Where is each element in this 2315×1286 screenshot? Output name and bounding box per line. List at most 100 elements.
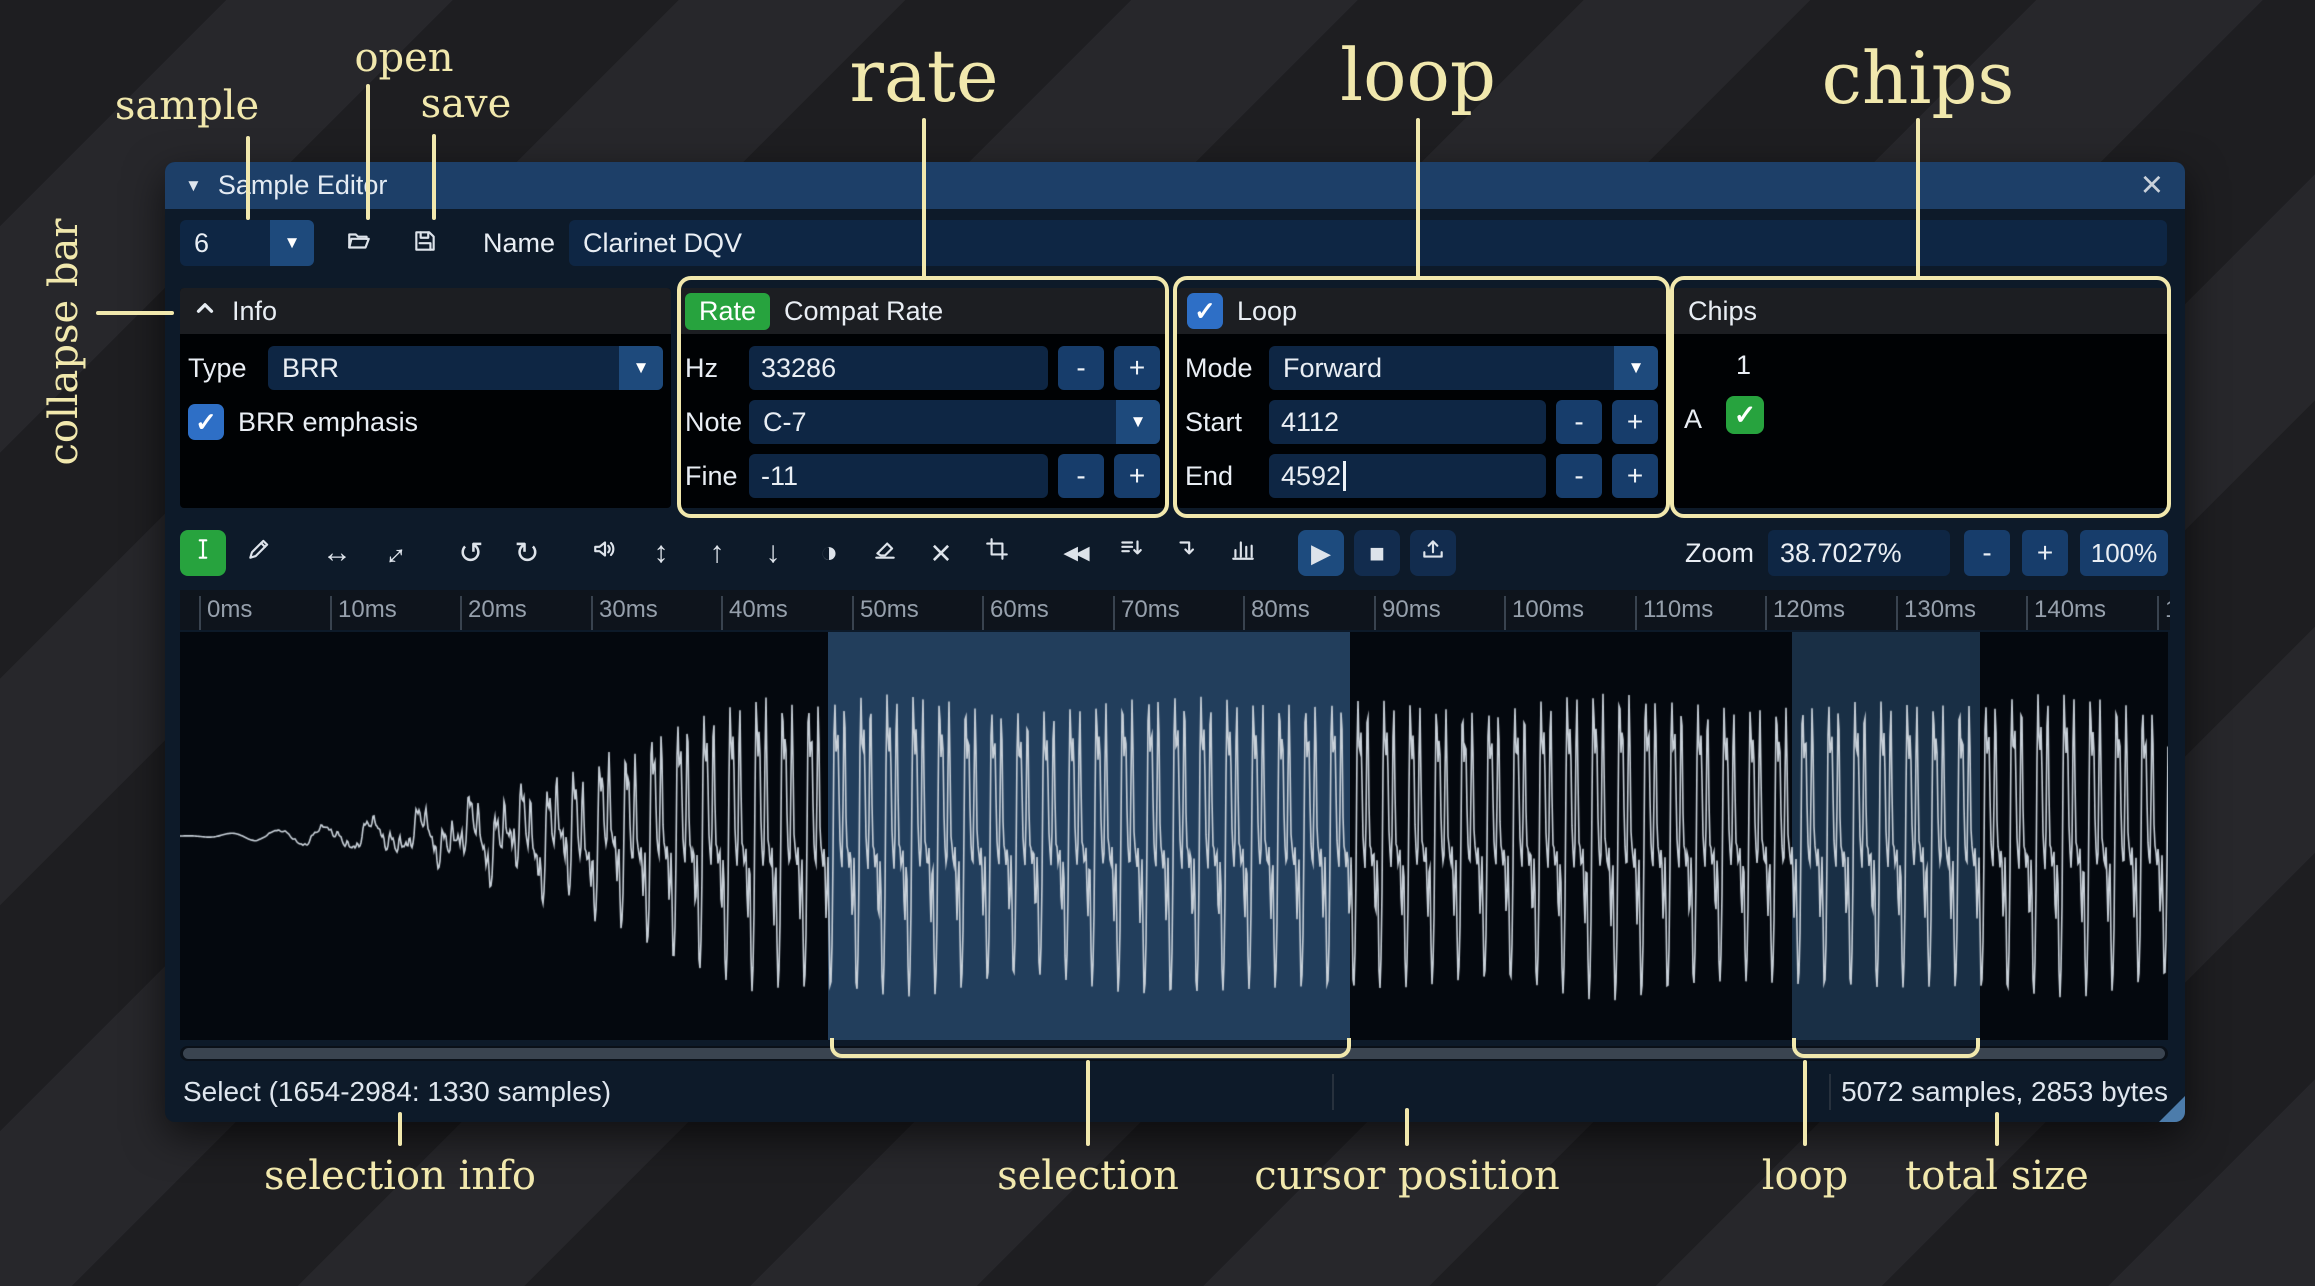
name-input[interactable]: Clarinet DQV — [569, 220, 2167, 266]
play-button[interactable]: ▶ — [1298, 530, 1344, 576]
name-value: Clarinet DQV — [583, 227, 743, 258]
zoom-input[interactable]: 38.7027% — [1768, 530, 1950, 576]
resize-grip[interactable] — [2159, 1096, 2185, 1122]
window-collapse-icon[interactable]: ▼ — [185, 176, 202, 196]
ibeam-cursor-icon — [190, 536, 216, 570]
hz-plus-button[interactable]: + — [1114, 346, 1160, 390]
waveform-area[interactable] — [180, 632, 2168, 1040]
loop-end-minus-button[interactable]: - — [1556, 454, 1602, 498]
stop-button[interactable]: ■ — [1354, 530, 1400, 576]
rate-tab[interactable]: Rate — [685, 292, 771, 330]
x-icon: × — [930, 532, 952, 573]
time-ruler[interactable]: 0ms 10ms 20ms 30ms 40ms 50ms 60ms 70ms 8… — [180, 590, 2170, 630]
zoom-reset-button[interactable]: 100% — [2080, 530, 2168, 576]
trim-button[interactable] — [974, 530, 1020, 576]
type-select-value: BRR — [282, 352, 340, 383]
hz-minus-button[interactable]: - — [1058, 346, 1104, 390]
chips-header: Chips — [1674, 288, 2168, 334]
loop-start-plus-button[interactable]: + — [1612, 400, 1658, 444]
mode-select-value: Forward — [1283, 352, 1383, 383]
open-button[interactable] — [335, 220, 383, 266]
chevron-down-icon: ▼ — [1614, 346, 1658, 390]
import-button[interactable] — [1410, 530, 1456, 576]
type-select[interactable]: BRR ▼ — [268, 346, 663, 390]
sample-select[interactable]: 6 ▼ — [180, 220, 314, 266]
redo-icon: ↻ — [514, 536, 540, 570]
brr-emphasis-checkbox[interactable]: ✓ — [188, 404, 224, 440]
preview-button[interactable] — [582, 530, 628, 576]
vertical-arrows-icon: ↕ — [653, 536, 669, 569]
upload-icon — [1420, 536, 1446, 570]
annotation-save-label: save — [420, 81, 512, 127]
floppy-disk-icon — [412, 228, 438, 259]
fade-in-button[interactable]: ↑ — [694, 530, 740, 576]
status-bar: Select (1654-2984: 1330 samples) 5072 sa… — [165, 1070, 2185, 1122]
collapse-chevron-icon[interactable] — [192, 295, 218, 328]
loop-end-input[interactable]: 4592 — [1269, 454, 1546, 498]
info-title: Info — [232, 295, 278, 326]
stretch-button[interactable]: ↔ — [370, 530, 416, 576]
info-header[interactable]: Info — [180, 288, 671, 334]
loop-title: Loop — [1237, 295, 1298, 326]
invert-button[interactable]: ◑ — [806, 530, 852, 576]
chevron-down-icon: ▼ — [1116, 400, 1160, 444]
horizontal-scrollbar[interactable] — [180, 1046, 2168, 1061]
scrollbar-thumb[interactable] — [183, 1048, 2165, 1059]
chevron-down-icon: ▼ — [270, 220, 314, 266]
fine-value: -11 — [761, 460, 799, 491]
silence-button[interactable] — [862, 530, 908, 576]
loop-panel: ✓ Loop Mode Forward ▼ Start 4112 - + End… — [1177, 288, 1666, 508]
annotation-sample-label: sample — [114, 83, 260, 129]
bar-chart-icon — [1230, 536, 1256, 570]
note-select[interactable]: C-7 ▼ — [749, 400, 1160, 444]
amplify-button[interactable]: ↕ — [638, 530, 684, 576]
ruler-label: 40ms — [721, 596, 788, 630]
draw-button[interactable] — [236, 530, 282, 576]
resize-button[interactable]: ↔ — [314, 530, 360, 576]
chips-row-label: A — [1684, 404, 1703, 434]
hz-input[interactable]: 33286 — [749, 346, 1048, 390]
waveform-canvas[interactable] — [180, 632, 2168, 1040]
mode-select[interactable]: Forward ▼ — [1269, 346, 1658, 390]
rate-panel: Rate Compat Rate Hz 33286 - + Note C-7 ▼ — [677, 288, 1168, 508]
name-label: Name — [483, 227, 556, 258]
apply-button[interactable] — [1164, 530, 1210, 576]
chips-column-header: 1 — [1736, 350, 1752, 380]
fine-input[interactable]: -11 — [749, 454, 1048, 498]
arrow-up-icon: ↑ — [709, 536, 725, 569]
rate-title: Compat Rate — [784, 295, 944, 326]
loop-start-input[interactable]: 4112 — [1269, 400, 1546, 444]
folder-open-icon — [346, 228, 372, 259]
mode-label: Mode — [1185, 352, 1253, 383]
loop-checkbox[interactable]: ✓ — [1187, 293, 1223, 329]
check-icon: ✓ — [195, 406, 217, 437]
fade-out-button[interactable]: ↓ — [750, 530, 796, 576]
fine-label: Fine — [685, 460, 738, 491]
edit-mode-button[interactable] — [180, 530, 226, 576]
spectrum-button[interactable] — [1220, 530, 1266, 576]
titlebar[interactable]: ▼ Sample Editor × — [165, 162, 2185, 209]
ruler-label: 0ms — [199, 596, 252, 630]
close-icon[interactable]: × — [2133, 162, 2171, 209]
loop-start-minus-button[interactable]: - — [1556, 400, 1602, 444]
chip-enable-checkbox[interactable]: ✓ — [1726, 396, 1764, 434]
seek-start-button[interactable]: ◀◀ — [1052, 530, 1098, 576]
check-icon: ✓ — [1194, 295, 1216, 326]
loop-end-plus-button[interactable]: + — [1612, 454, 1658, 498]
controls-row: 6 ▼ Name Clarinet DQV — [165, 220, 2185, 268]
zoom-out-button[interactable]: - — [1964, 530, 2010, 576]
diagonal-arrows-icon: ↔ — [370, 530, 415, 575]
list-down-arrow-icon — [1118, 536, 1144, 570]
fine-minus-button[interactable]: - — [1058, 454, 1104, 498]
create-wavetable-button[interactable] — [1108, 530, 1154, 576]
zoom-in-button[interactable]: + — [2022, 530, 2068, 576]
ruler-label: 90ms — [1374, 596, 1441, 630]
ruler-label: 100ms — [1504, 596, 1584, 630]
toolbar: ↔ ↔ ↺ ↻ ↕ ↑ ↓ ◑ × ◀◀ ▶ ■ Zoom 38.7027% -… — [165, 528, 2185, 578]
fine-plus-button[interactable]: + — [1114, 454, 1160, 498]
save-button[interactable] — [401, 220, 449, 266]
redo-button[interactable]: ↻ — [504, 530, 550, 576]
annotation-cursor-position-label: cursor position — [1254, 1153, 1560, 1199]
undo-button[interactable]: ↺ — [448, 530, 494, 576]
delete-button[interactable]: × — [918, 530, 964, 576]
